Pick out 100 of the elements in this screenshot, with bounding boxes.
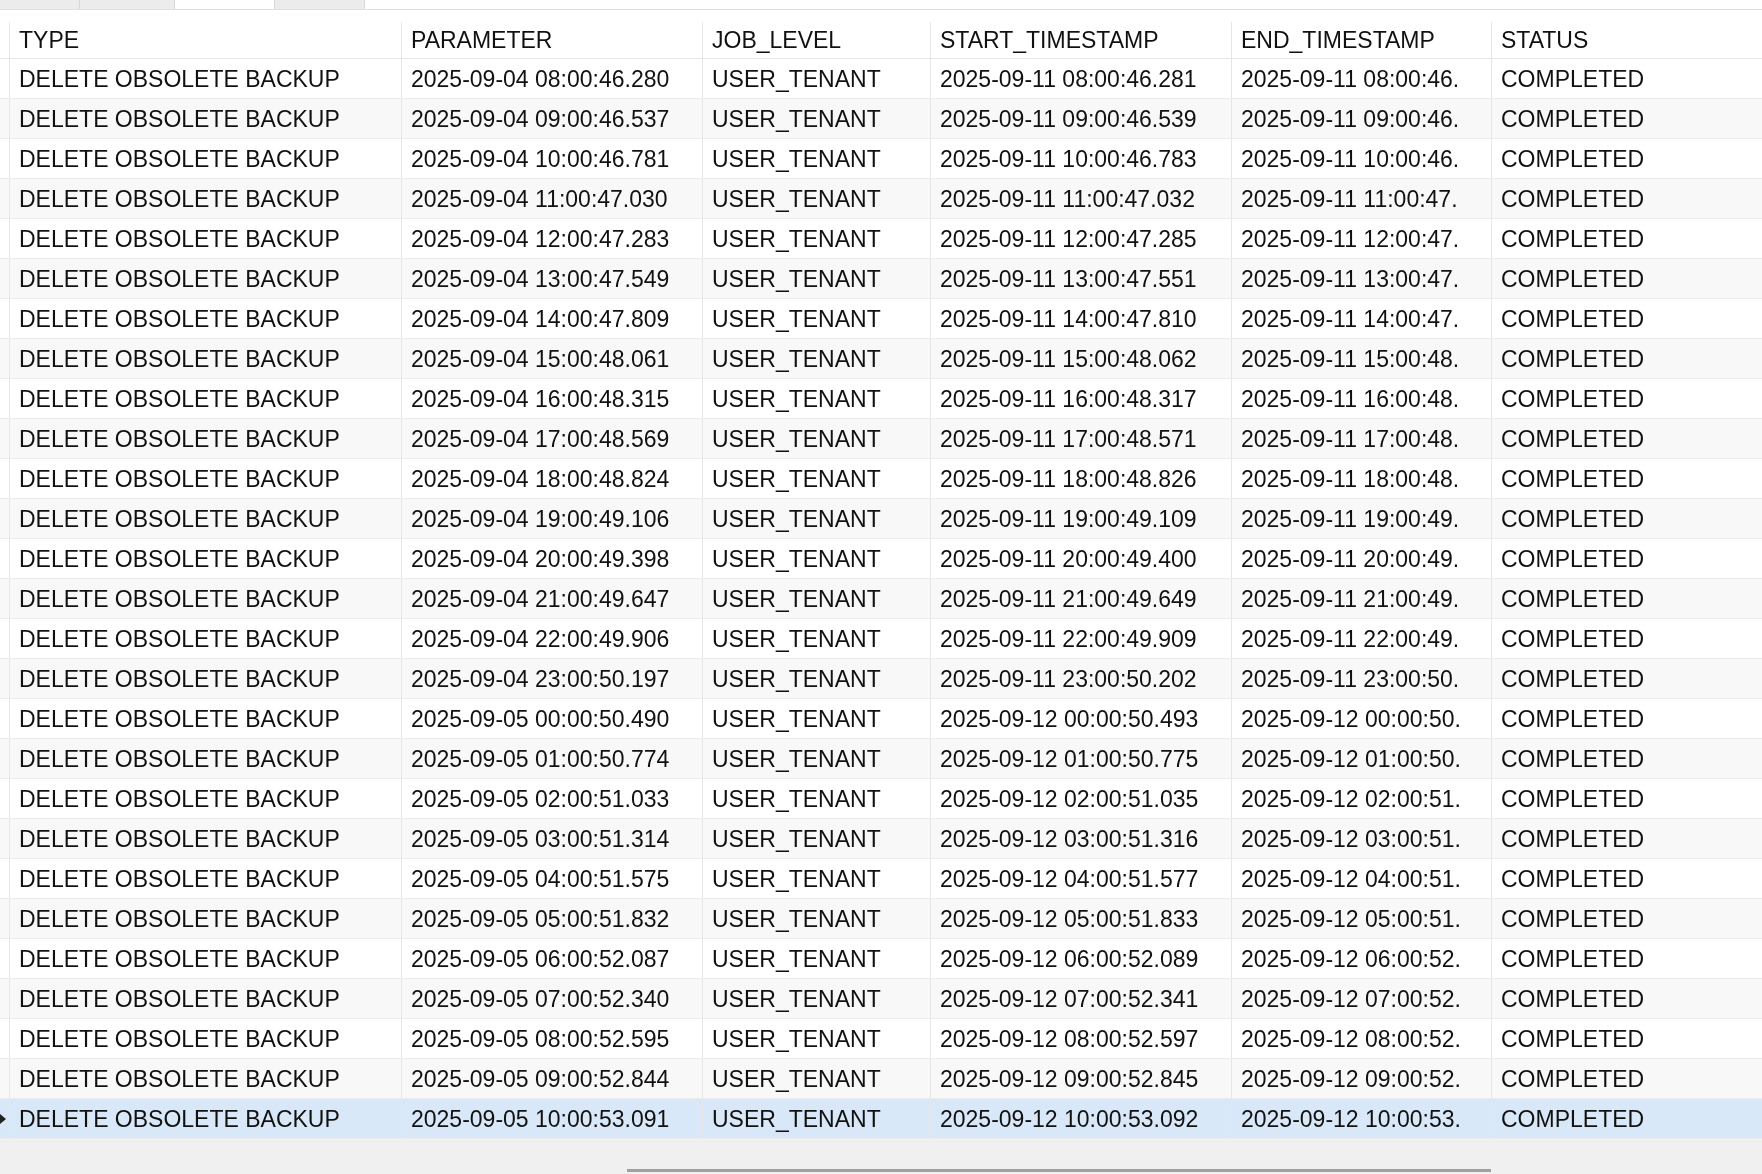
tab[interactable] <box>275 0 365 9</box>
tab[interactable] <box>0 0 80 9</box>
table-cell: COMPLETED <box>1491 499 1762 538</box>
table-row[interactable]: DELETE OBSOLETE BACKUP 2025-09-04 11:00:47.030 USER_TENANT 2025-09-11 11:00:47.032 2025-09-11 11:00:47. COMPLETED <box>0 179 1762 219</box>
table-cell: 2025-09-05 05:00:51.832 <box>401 899 702 938</box>
column-header[interactable]: TYPE <box>9 22 401 58</box>
table-cell: USER_TENANT <box>702 99 930 138</box>
table-row[interactable]: DELETE OBSOLETE BACKUP 2025-09-04 16:00:48.315 USER_TENANT 2025-09-11 16:00:48.317 2025-09-11 16:00:48. COMPLETED <box>0 379 1762 419</box>
table-row[interactable]: DELETE OBSOLETE BACKUP 2025-09-05 10:00:53.091 USER_TENANT 2025-09-12 10:00:53.092 2025-09-12 10:00:53. COMPLETED <box>0 1099 1762 1139</box>
table-cell: 2025-09-12 09:00:52. <box>1231 1059 1491 1098</box>
table-cell: DELETE OBSOLETE BACKUP <box>9 259 401 298</box>
table-cell: 2025-09-12 02:00:51. <box>1231 779 1491 818</box>
table-cell: 2025-09-04 18:00:48.824 <box>401 459 702 498</box>
table-cell: 2025-09-04 22:00:49.906 <box>401 619 702 658</box>
table-row[interactable]: DELETE OBSOLETE BACKUP 2025-09-04 08:00:46.280 USER_TENANT 2025-09-11 08:00:46.281 2025-09-11 08:00:46. COMPLETED <box>0 59 1762 99</box>
table-cell: COMPLETED <box>1491 899 1762 938</box>
table-row[interactable]: DELETE OBSOLETE BACKUP 2025-09-04 19:00:49.106 USER_TENANT 2025-09-11 19:00:49.109 2025-09-11 19:00:49. COMPLETED <box>0 499 1762 539</box>
table-cell: DELETE OBSOLETE BACKUP <box>9 699 401 738</box>
table-cell: 2025-09-11 21:00:49. <box>1231 579 1491 618</box>
table-row[interactable]: DELETE OBSOLETE BACKUP 2025-09-04 18:00:48.824 USER_TENANT 2025-09-11 18:00:48.826 2025-09-11 18:00:48. COMPLETED <box>0 459 1762 499</box>
table-cell: USER_TENANT <box>702 339 930 378</box>
table-row[interactable]: DELETE OBSOLETE BACKUP 2025-09-04 21:00:49.647 USER_TENANT 2025-09-11 21:00:49.649 2025-09-11 21:00:49. COMPLETED <box>0 579 1762 619</box>
table-cell: 2025-09-12 02:00:51.035 <box>930 779 1231 818</box>
table-cell: 2025-09-11 14:00:47. <box>1231 299 1491 338</box>
table-row[interactable]: DELETE OBSOLETE BACKUP 2025-09-05 07:00:52.340 USER_TENANT 2025-09-12 07:00:52.341 2025-09-12 07:00:52. COMPLETED <box>0 979 1762 1019</box>
tab[interactable] <box>80 0 175 9</box>
table-cell: USER_TENANT <box>702 299 930 338</box>
table-cell: 2025-09-11 08:00:46.281 <box>930 59 1231 98</box>
table-cell: 2025-09-12 09:00:52.845 <box>930 1059 1231 1098</box>
table-row[interactable]: DELETE OBSOLETE BACKUP 2025-09-05 04:00:51.575 USER_TENANT 2025-09-12 04:00:51.577 2025-09-12 04:00:51. COMPLETED <box>0 859 1762 899</box>
table-row[interactable]: DELETE OBSOLETE BACKUP 2025-09-04 13:00:47.549 USER_TENANT 2025-09-11 13:00:47.551 2025-09-11 13:00:47. COMPLETED <box>0 259 1762 299</box>
table-row[interactable]: DELETE OBSOLETE BACKUP 2025-09-05 03:00:51.314 USER_TENANT 2025-09-12 03:00:51.316 2025-09-12 03:00:51. COMPLETED <box>0 819 1762 859</box>
table-cell: COMPLETED <box>1491 99 1762 138</box>
table-cell: COMPLETED <box>1491 299 1762 338</box>
table-cell: USER_TENANT <box>702 659 930 698</box>
table-cell: COMPLETED <box>1491 459 1762 498</box>
table-cell: 2025-09-12 00:00:50. <box>1231 699 1491 738</box>
table-cell: USER_TENANT <box>702 219 930 258</box>
table-row[interactable]: DELETE OBSOLETE BACKUP 2025-09-04 10:00:46.781 USER_TENANT 2025-09-11 10:00:46.783 2025-09-11 10:00:46. COMPLETED <box>0 139 1762 179</box>
table-cell: COMPLETED <box>1491 1019 1762 1058</box>
table-cell: USER_TENANT <box>702 1019 930 1058</box>
table-cell: DELETE OBSOLETE BACKUP <box>9 59 401 98</box>
table-cell: 2025-09-12 07:00:52.341 <box>930 979 1231 1018</box>
table-row[interactable]: DELETE OBSOLETE BACKUP 2025-09-04 12:00:47.283 USER_TENANT 2025-09-11 12:00:47.285 2025-09-11 12:00:47. COMPLETED <box>0 219 1762 259</box>
column-header[interactable]: END_TIMESTAMP <box>1231 22 1491 58</box>
table-cell: USER_TENANT <box>702 419 930 458</box>
table-cell: USER_TENANT <box>702 579 930 618</box>
table-cell: 2025-09-12 10:00:53. <box>1231 1099 1491 1138</box>
table-cell: 2025-09-12 06:00:52. <box>1231 939 1491 978</box>
table-cell: 2025-09-11 11:00:47.032 <box>930 179 1231 218</box>
table-cell: USER_TENANT <box>702 699 930 738</box>
table-cell: COMPLETED <box>1491 539 1762 578</box>
table-cell: COMPLETED <box>1491 979 1762 1018</box>
table-cell: 2025-09-11 22:00:49. <box>1231 619 1491 658</box>
table-cell: 2025-09-11 22:00:49.909 <box>930 619 1231 658</box>
horizontal-scrollbar-thumb[interactable] <box>627 1169 1491 1172</box>
table-cell: COMPLETED <box>1491 579 1762 618</box>
table-cell: DELETE OBSOLETE BACKUP <box>9 1059 401 1098</box>
table-row[interactable]: DELETE OBSOLETE BACKUP 2025-09-05 06:00:52.087 USER_TENANT 2025-09-12 06:00:52.089 2025-09-12 06:00:52. COMPLETED <box>0 939 1762 979</box>
table-cell: COMPLETED <box>1491 819 1762 858</box>
table-cell: 2025-09-05 08:00:52.595 <box>401 1019 702 1058</box>
table-cell: 2025-09-11 20:00:49.400 <box>930 539 1231 578</box>
column-header[interactable]: STATUS <box>1491 22 1762 58</box>
table-row[interactable]: DELETE OBSOLETE BACKUP 2025-09-05 02:00:51.033 USER_TENANT 2025-09-12 02:00:51.035 2025-09-12 02:00:51. COMPLETED <box>0 779 1762 819</box>
table-cell: 2025-09-11 17:00:48. <box>1231 419 1491 458</box>
table-row[interactable]: DELETE OBSOLETE BACKUP 2025-09-05 01:00:50.774 USER_TENANT 2025-09-12 01:00:50.775 2025-09-12 01:00:50. COMPLETED <box>0 739 1762 779</box>
column-header[interactable]: JOB_LEVEL <box>702 22 930 58</box>
table-cell: 2025-09-12 03:00:51. <box>1231 819 1491 858</box>
table-cell: 2025-09-12 08:00:52.597 <box>930 1019 1231 1058</box>
table-cell: 2025-09-04 19:00:49.106 <box>401 499 702 538</box>
table-row[interactable]: DELETE OBSOLETE BACKUP 2025-09-04 15:00:48.061 USER_TENANT 2025-09-11 15:00:48.062 2025-09-11 15:00:48. COMPLETED <box>0 339 1762 379</box>
column-header[interactable]: PARAMETER <box>401 22 702 58</box>
table-cell: DELETE OBSOLETE BACKUP <box>9 99 401 138</box>
table-row[interactable]: DELETE OBSOLETE BACKUP 2025-09-04 17:00:48.569 USER_TENANT 2025-09-11 17:00:48.571 2025-09-11 17:00:48. COMPLETED <box>0 419 1762 459</box>
table-cell: 2025-09-11 20:00:49. <box>1231 539 1491 578</box>
table-cell: DELETE OBSOLETE BACKUP <box>9 1019 401 1058</box>
table-cell: 2025-09-11 16:00:48.317 <box>930 379 1231 418</box>
table-cell: 2025-09-05 06:00:52.087 <box>401 939 702 978</box>
table-cell: 2025-09-11 14:00:47.810 <box>930 299 1231 338</box>
table-row[interactable]: DELETE OBSOLETE BACKUP 2025-09-05 09:00:52.844 USER_TENANT 2025-09-12 09:00:52.845 2025-09-12 09:00:52. COMPLETED <box>0 1059 1762 1099</box>
table-row[interactable]: DELETE OBSOLETE BACKUP 2025-09-05 08:00:52.595 USER_TENANT 2025-09-12 08:00:52.597 2025-09-12 08:00:52. COMPLETED <box>0 1019 1762 1059</box>
table-cell: 2025-09-11 19:00:49.109 <box>930 499 1231 538</box>
table-cell: DELETE OBSOLETE BACKUP <box>9 379 401 418</box>
table-row[interactable]: DELETE OBSOLETE BACKUP 2025-09-04 14:00:47.809 USER_TENANT 2025-09-11 14:00:47.810 2025-09-11 14:00:47. COMPLETED <box>0 299 1762 339</box>
table-row[interactable]: DELETE OBSOLETE BACKUP 2025-09-05 00:00:50.490 USER_TENANT 2025-09-12 00:00:50.493 2025-09-12 00:00:50. COMPLETED <box>0 699 1762 739</box>
table-cell: 2025-09-12 08:00:52. <box>1231 1019 1491 1058</box>
table-cell: DELETE OBSOLETE BACKUP <box>9 899 401 938</box>
column-header[interactable]: START_TIMESTAMP <box>930 22 1231 58</box>
table-cell: 2025-09-12 06:00:52.089 <box>930 939 1231 978</box>
table-row[interactable]: DELETE OBSOLETE BACKUP 2025-09-04 23:00:50.197 USER_TENANT 2025-09-11 23:00:50.202 2025-09-11 23:00:50. COMPLETED <box>0 659 1762 699</box>
table-row[interactable]: DELETE OBSOLETE BACKUP 2025-09-04 22:00:49.906 USER_TENANT 2025-09-11 22:00:49.909 2025-09-11 22:00:49. COMPLETED <box>0 619 1762 659</box>
table-row[interactable]: DELETE OBSOLETE BACKUP 2025-09-05 05:00:51.832 USER_TENANT 2025-09-12 05:00:51.833 2025-09-12 05:00:51. COMPLETED <box>0 899 1762 939</box>
table-cell: 2025-09-11 10:00:46.783 <box>930 139 1231 178</box>
table-cell: COMPLETED <box>1491 339 1762 378</box>
table-row[interactable]: DELETE OBSOLETE BACKUP 2025-09-04 20:00:49.398 USER_TENANT 2025-09-11 20:00:49.400 2025-09-11 20:00:49. COMPLETED <box>0 539 1762 579</box>
table-cell: COMPLETED <box>1491 779 1762 818</box>
table-cell: DELETE OBSOLETE BACKUP <box>9 859 401 898</box>
table-cell: COMPLETED <box>1491 59 1762 98</box>
table-row[interactable]: DELETE OBSOLETE BACKUP 2025-09-04 09:00:46.537 USER_TENANT 2025-09-11 09:00:46.539 2025-09-11 09:00:46. COMPLETED <box>0 99 1762 139</box>
table-cell: DELETE OBSOLETE BACKUP <box>9 299 401 338</box>
